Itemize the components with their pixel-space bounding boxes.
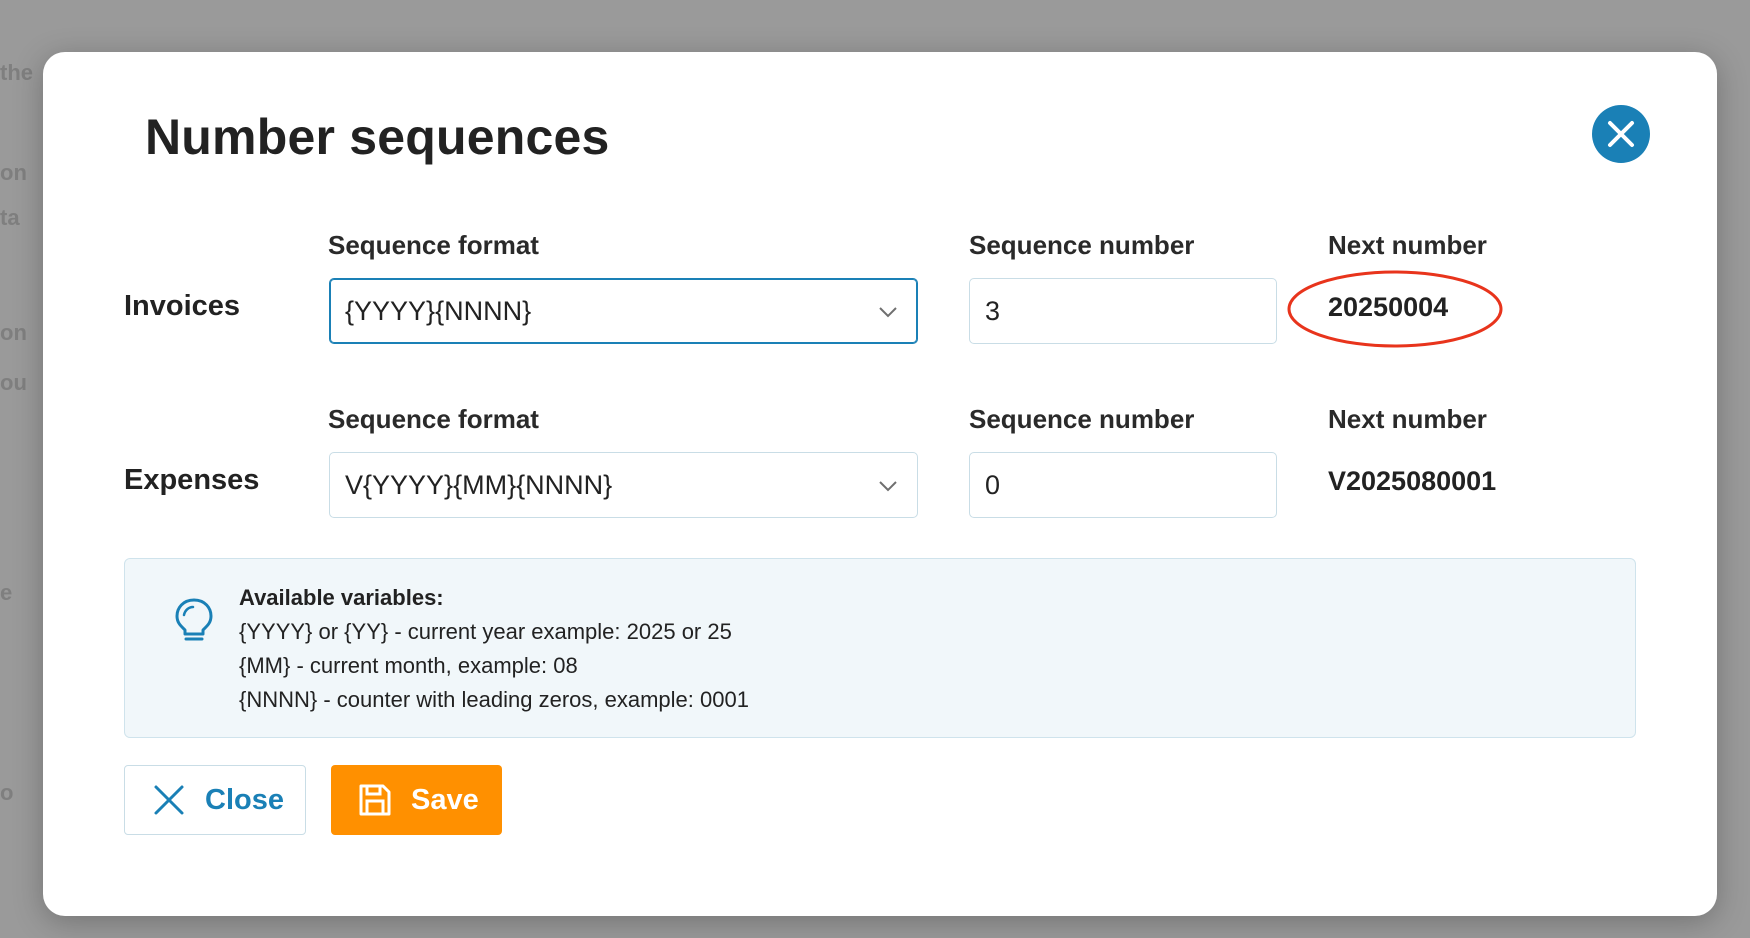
chevron-down-icon <box>879 307 897 318</box>
invoices-sequence-number-input[interactable]: 3 <box>969 278 1277 344</box>
close-button-label: Close <box>205 783 284 816</box>
chevron-down-icon <box>879 481 897 492</box>
expenses-format-select[interactable]: V{YYYY}{MM}{NNNN} <box>329 452 918 518</box>
background-fragment: the <box>0 60 33 85</box>
info-line: {YYYY} or {YY} - current year example: 2… <box>239 619 732 644</box>
expenses-label: Expenses <box>124 464 260 496</box>
invoices-number-header: Sequence number <box>969 230 1195 260</box>
save-button-label: Save <box>411 783 479 816</box>
close-icon <box>154 785 184 815</box>
close-dialog-button[interactable] <box>1592 105 1650 163</box>
expenses-format-value: V{YYYY}{MM}{NNNN} <box>345 469 613 500</box>
save-button[interactable]: Save <box>331 765 502 835</box>
background-fragment: on <box>0 160 27 185</box>
dialog-title: Number sequences <box>145 109 610 165</box>
expenses-next-number: V2025080001 <box>1328 466 1497 496</box>
background-fragment: on <box>0 320 27 345</box>
expenses-format-header: Sequence format <box>328 404 539 434</box>
expenses-number-header: Sequence number <box>969 404 1195 434</box>
background-fragment: ou <box>0 370 27 395</box>
close-button[interactable]: Close <box>124 765 306 835</box>
invoices-format-select[interactable]: {YYYY}{NNNN} <box>329 278 918 344</box>
highlight-annotation <box>1287 270 1503 348</box>
invoices-format-header: Sequence format <box>328 230 539 260</box>
expenses-next-header: Next number <box>1328 404 1487 434</box>
expenses-sequence-number-input[interactable]: 0 <box>969 452 1277 518</box>
invoices-label: Invoices <box>124 290 241 322</box>
background-fragment: ta <box>0 205 20 230</box>
background-fragment: e <box>0 580 13 605</box>
info-line: {NNNN} - counter with leading zeros, exa… <box>239 687 749 712</box>
background-fragment: o <box>0 780 14 805</box>
expenses-sequence-number-value: 0 <box>985 469 1001 500</box>
lightbulb-icon <box>175 598 213 641</box>
info-title: Available variables: <box>239 585 444 610</box>
variables-info-box: Available variables: {YYYY} or {YY} - cu… <box>124 558 1636 738</box>
save-icon <box>359 784 391 816</box>
invoices-sequence-number-value: 3 <box>985 295 1001 326</box>
info-line: {MM} - current month, example: 08 <box>239 653 578 678</box>
close-icon <box>1608 121 1634 147</box>
invoices-next-header: Next number <box>1328 230 1487 260</box>
invoices-format-value: {YYYY}{NNNN} <box>345 295 532 326</box>
